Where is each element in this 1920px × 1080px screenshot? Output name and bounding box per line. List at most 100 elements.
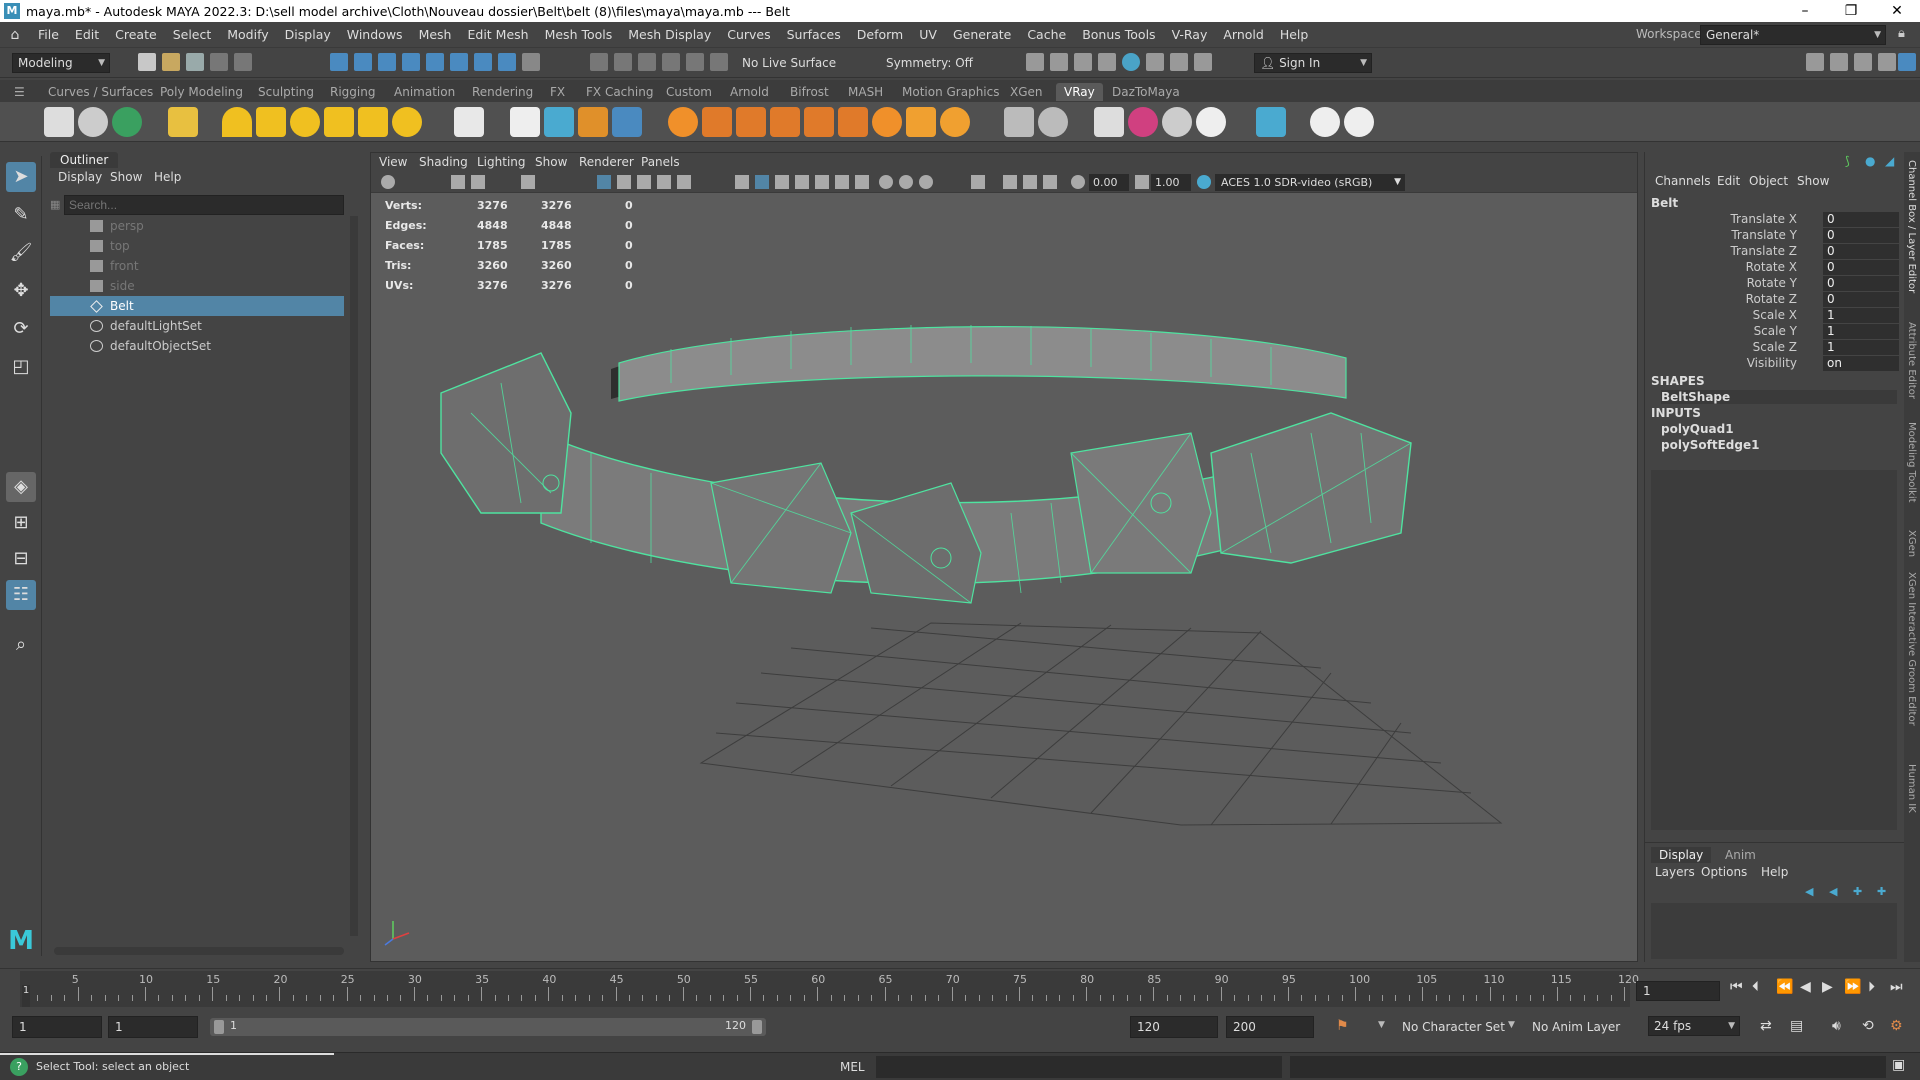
step-back-key-icon[interactable]: ⏴ bbox=[1752, 979, 1759, 995]
shelf-tab-xgen[interactable]: XGen bbox=[1002, 83, 1051, 101]
vray-plane-icon[interactable] bbox=[454, 107, 484, 137]
close-button[interactable]: ✕ bbox=[1874, 0, 1920, 22]
isolate-select-icon[interactable] bbox=[971, 175, 985, 189]
gamma-field[interactable]: 1.00 bbox=[1151, 174, 1191, 191]
wireframe-icon[interactable] bbox=[735, 175, 749, 189]
xray-icon[interactable] bbox=[1003, 175, 1017, 189]
layer-move-down-icon[interactable]: ◀ bbox=[1829, 885, 1837, 898]
lasso-tool-icon[interactable]: ✎ bbox=[6, 200, 36, 230]
filter-icon[interactable]: ▦ bbox=[50, 198, 60, 211]
viewport-menu-view[interactable]: View bbox=[379, 155, 407, 169]
playback-options-icon[interactable]: ⟲ bbox=[1862, 1018, 1874, 1034]
tool-settings-toggle-icon[interactable]: ◢ bbox=[1885, 154, 1894, 168]
outliner-item-persp[interactable]: persp bbox=[50, 216, 344, 236]
color-management-icon[interactable] bbox=[1197, 175, 1211, 189]
four-view-layout-icon[interactable]: ⊞ bbox=[6, 508, 36, 538]
layer-tab-display[interactable]: Display bbox=[1651, 847, 1712, 863]
menu-windows[interactable]: Windows bbox=[339, 27, 411, 42]
select-tool-icon[interactable]: ➤ bbox=[6, 162, 36, 192]
vray-rect-light-icon[interactable] bbox=[256, 107, 286, 137]
snap-to-view-icon[interactable] bbox=[662, 53, 680, 71]
attr-scale-z[interactable]: Scale Z1 bbox=[1645, 340, 1905, 356]
vray-clipper-icon[interactable] bbox=[872, 107, 902, 137]
vray-material-editor-icon[interactable] bbox=[1038, 107, 1068, 137]
menu-cache[interactable]: Cache bbox=[1019, 27, 1074, 42]
vray-render-shelf-icon[interactable] bbox=[44, 107, 74, 137]
anti-aliasing-icon[interactable] bbox=[899, 175, 913, 189]
shelf-tab-animation[interactable]: Animation bbox=[386, 83, 463, 101]
go-to-end-icon[interactable]: ⏭ bbox=[1890, 979, 1903, 995]
sidetab-modeling-toolkit[interactable]: Modeling Toolkit bbox=[1906, 422, 1917, 503]
snap-to-surface-icon[interactable] bbox=[686, 53, 704, 71]
camera-attributes-icon[interactable] bbox=[381, 175, 395, 189]
textured-icon[interactable] bbox=[795, 175, 809, 189]
grid-toggle-icon[interactable] bbox=[597, 175, 611, 189]
maximize-button[interactable]: ❐ bbox=[1828, 0, 1874, 22]
exposure-field[interactable]: 0.00 bbox=[1089, 174, 1129, 191]
workspace-dropdown[interactable]: General* ▼ bbox=[1700, 25, 1886, 45]
viewport-menu-shading[interactable]: Shading bbox=[419, 155, 468, 169]
animation-preferences-icon[interactable]: ⚙︎ bbox=[1890, 1018, 1903, 1034]
sidetab-human-ik[interactable]: Human IK bbox=[1906, 764, 1917, 813]
sidetab-attribute-editor[interactable]: Attribute Editor bbox=[1906, 322, 1917, 399]
shelf-tab-poly-modeling[interactable]: Poly Modeling bbox=[152, 83, 251, 101]
viewport-panel[interactable]: View Shading Lighting Show Renderer Pane… bbox=[370, 152, 1638, 962]
shelf-tab-rendering[interactable]: Rendering bbox=[464, 83, 541, 101]
vray-render-icon[interactable] bbox=[1146, 53, 1164, 71]
attr-scale-x[interactable]: Scale X1 bbox=[1645, 308, 1905, 324]
live-surface-field[interactable]: No Live Surface bbox=[736, 53, 856, 73]
vray-check-icon[interactable] bbox=[1344, 107, 1374, 137]
use-all-lights-icon[interactable] bbox=[815, 175, 829, 189]
cache-playback-icon[interactable]: ▤ bbox=[1790, 1018, 1803, 1034]
time-slider[interactable]: 5 10 15 20 25 30 35 40 45 50 55 60 65 70 75 80 85 90 95 100… bbox=[0, 968, 1920, 1008]
xray-joints-icon[interactable] bbox=[1023, 175, 1037, 189]
menu-bonus-tools[interactable]: Bonus Tools bbox=[1074, 27, 1163, 42]
vray-fur-icon[interactable] bbox=[612, 107, 642, 137]
render-view-icon[interactable] bbox=[1122, 53, 1140, 71]
end-time-field[interactable]: 120 bbox=[1130, 1016, 1218, 1038]
attr-rotate-x[interactable]: Rotate X0 bbox=[1645, 260, 1905, 276]
outliner-item-belt[interactable]: Belt bbox=[50, 296, 344, 316]
sidetab-channel-box[interactable]: Channel Box / Layer Editor bbox=[1906, 160, 1917, 293]
outliner-layout-icon[interactable]: ☷ bbox=[6, 580, 36, 610]
go-to-start-icon[interactable]: ⏮ bbox=[1730, 979, 1743, 995]
depth-of-field-icon[interactable] bbox=[919, 175, 933, 189]
shelf-tab-curves-surfaces[interactable]: Curves / Surfaces bbox=[40, 83, 161, 101]
loop-icon[interactable]: ⇄ bbox=[1760, 1018, 1772, 1034]
shelf-tab-sculpting[interactable]: Sculpting bbox=[250, 83, 322, 101]
channel-menu-channels[interactable]: Channels bbox=[1655, 174, 1711, 188]
new-scene-icon[interactable] bbox=[138, 53, 156, 71]
menu-deform[interactable]: Deform bbox=[849, 27, 911, 42]
attr-translate-x[interactable]: Translate X0 bbox=[1645, 212, 1905, 228]
vray-color-icon[interactable] bbox=[1128, 107, 1158, 137]
vray-frame-buffer-icon[interactable] bbox=[1170, 53, 1188, 71]
shelf-tab-custom[interactable]: Custom bbox=[658, 83, 720, 101]
lock-icon[interactable]: 🔒︎ bbox=[1898, 26, 1905, 41]
home-icon[interactable]: ⌂ bbox=[0, 27, 30, 43]
menu-select[interactable]: Select bbox=[165, 27, 220, 42]
play-backwards-icon[interactable]: ◀ bbox=[1800, 979, 1811, 995]
motion-blur-icon[interactable] bbox=[879, 175, 893, 189]
snap-to-curve-icon[interactable] bbox=[614, 53, 632, 71]
select-by-hierarchy-icon[interactable] bbox=[330, 53, 348, 71]
render-settings-icon[interactable] bbox=[1074, 53, 1092, 71]
viewport-menu-renderer[interactable]: Renderer bbox=[579, 155, 634, 169]
step-back-frame-icon[interactable]: ⏪ bbox=[1776, 979, 1793, 995]
command-line-input[interactable] bbox=[876, 1056, 1282, 1078]
attr-visibility[interactable]: Visibility on bbox=[1645, 356, 1905, 372]
shape-item[interactable]: BeltShape bbox=[1661, 390, 1897, 404]
grease-pencil-icon[interactable] bbox=[521, 175, 535, 189]
shelf-tab-arnold[interactable]: Arnold bbox=[722, 83, 777, 101]
vray-ies-light-icon[interactable] bbox=[358, 107, 388, 137]
gamma-icon[interactable] bbox=[1135, 175, 1149, 189]
select-mask-2-icon[interactable] bbox=[426, 53, 444, 71]
move-tool-icon[interactable]: ✥ bbox=[6, 276, 36, 306]
menu-edit-mesh[interactable]: Edit Mesh bbox=[459, 27, 536, 42]
shelf-tab-rigging[interactable]: Rigging bbox=[322, 83, 383, 101]
snap-to-point-icon[interactable] bbox=[638, 53, 656, 71]
vray-grid-icon[interactable] bbox=[804, 107, 834, 137]
menu-curves[interactable]: Curves bbox=[719, 27, 778, 42]
colorspace-dropdown[interactable]: ACES 1.0 SDR-video (sRGB) ▼ bbox=[1215, 174, 1405, 191]
attr-scale-y[interactable]: Scale Y1 bbox=[1645, 324, 1905, 340]
sign-in-dropdown[interactable]: 👤︎ Sign In ▼ bbox=[1254, 53, 1372, 73]
